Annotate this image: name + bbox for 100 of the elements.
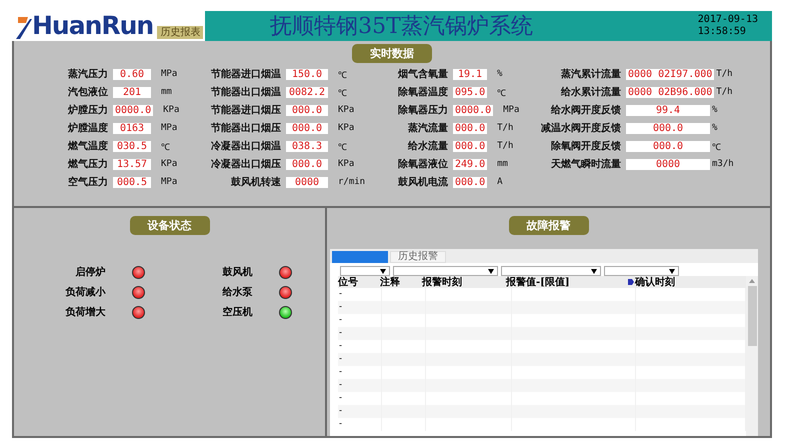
- unit-label: T/h: [716, 69, 734, 79]
- parameter-label: 汽包液位: [67, 85, 108, 99]
- parameter-label: 给水阀开度反馈: [550, 103, 621, 117]
- value-readout: 000.5: [113, 176, 151, 188]
- filter-dropdown[interactable]: [340, 266, 390, 276]
- value-readout: 0000: [286, 176, 328, 188]
- unit-label: KPa: [338, 123, 354, 133]
- date-text: 2017-09-13: [698, 14, 758, 26]
- column-header: 报警时刻: [422, 276, 463, 289]
- equipment-label: 给水泵: [221, 286, 252, 299]
- section-title: 设备状态: [130, 216, 210, 235]
- column-header: 位号: [338, 276, 359, 289]
- value-readout: 000.0: [453, 122, 488, 134]
- table-cell: -: [338, 379, 382, 392]
- value-readout: 150.0: [286, 68, 328, 80]
- value-readout: 095.0: [453, 86, 488, 98]
- unit-label: r/min: [338, 177, 366, 187]
- unit-label: mm: [497, 159, 508, 169]
- window-title: 抚顺特钢35T蒸汽锅炉系统: [269, 13, 534, 41]
- value-readout: 0000: [626, 158, 710, 170]
- tab[interactable]: 历史报警: [390, 251, 446, 263]
- parameter-label: 炉膛压力: [66, 103, 108, 117]
- section-title: 故障报警: [508, 216, 588, 235]
- parameter-label: 蒸汽流量: [407, 121, 448, 135]
- parameter-label: 烟气含氧量: [396, 68, 448, 81]
- scrollbar[interactable]: [746, 276, 758, 436]
- unit-label: %: [712, 105, 718, 115]
- value-readout: 201: [113, 86, 151, 98]
- parameter-label: 冷凝器出口烟温: [210, 140, 281, 153]
- caret-icon: [380, 268, 386, 274]
- unit-label: ℃: [338, 88, 347, 98]
- history-report-button[interactable]: 历史报表: [157, 26, 204, 39]
- value-readout: 99.4: [626, 104, 710, 116]
- value-readout: 000.0: [453, 176, 488, 188]
- unit-label: MPa: [161, 69, 178, 79]
- unit-label: ℃: [338, 70, 347, 80]
- unit-label: MPa: [161, 123, 178, 133]
- parameter-label: 鼓风机转速: [230, 176, 281, 189]
- table-cell: -: [338, 353, 382, 366]
- caret-icon: [591, 268, 597, 274]
- value-readout: 000.0: [286, 158, 328, 170]
- time-text: 13:58:59: [698, 26, 747, 38]
- value-readout: 0163: [113, 122, 151, 134]
- value-readout: 030.5: [113, 140, 151, 152]
- caret-icon: [669, 268, 675, 274]
- parameter-label: 炉膛温度: [66, 121, 108, 135]
- unit-label: A: [497, 177, 503, 187]
- equipment-label: 负荷增大: [64, 306, 106, 319]
- parameter-label: 燃气压力: [66, 158, 108, 171]
- unit-label: ℃: [712, 142, 722, 152]
- value-readout: 038.3: [286, 140, 328, 152]
- unit-label: %: [712, 123, 718, 133]
- unit-label: T/h: [716, 87, 734, 97]
- unit-label: MPa: [161, 177, 178, 187]
- value-readout: 000.0: [626, 140, 710, 152]
- parameter-label: 蒸汽累计流量: [560, 67, 621, 81]
- parameter-label: 节能器进口烟温: [210, 68, 281, 81]
- parameter-label: 除氧阀开度反馈: [550, 139, 621, 153]
- parameter-label: 鼓风机电流: [397, 175, 448, 189]
- unit-label: KPa: [163, 105, 180, 115]
- parameter-label: 除氧器压力: [397, 104, 448, 117]
- value-readout: 000.0: [286, 104, 328, 116]
- value-readout: 0.60: [113, 68, 151, 80]
- parameter-label: 节能器出口烟压: [210, 122, 281, 135]
- parameter-label: 除氧器温度: [397, 85, 448, 99]
- caret-icon: [488, 268, 494, 274]
- parameter-label: 天燃气瞬时流量: [550, 157, 621, 171]
- unit-label: T/h: [497, 123, 514, 133]
- column-header: 注释: [380, 275, 401, 289]
- parameter-label: 冷凝器出口烟压: [210, 158, 281, 171]
- table-cell: -: [338, 405, 382, 418]
- unit-label: ℃: [497, 88, 506, 98]
- parameter-label: 减温水阀开度反馈: [540, 121, 621, 135]
- scroll-up-icon[interactable]: [749, 279, 755, 283]
- value-readout: 0000 02B96.000: [626, 86, 714, 98]
- unit-label: %: [497, 69, 502, 79]
- unit-label: MPa: [503, 105, 520, 115]
- parameter-label: 节能器进口烟压: [210, 104, 281, 117]
- equipment-label: 鼓风机: [222, 266, 252, 279]
- scroll-thumb[interactable]: [748, 286, 756, 346]
- parameter-label: 给水流量: [406, 139, 448, 153]
- parameter-label: 蒸汽压力: [67, 68, 108, 81]
- table-cell: -: [338, 327, 382, 340]
- tag-icon: [628, 279, 634, 285]
- value-readout: 13.57: [113, 158, 151, 170]
- equipment-label: 空压机: [222, 306, 252, 319]
- unit-label: KPa: [338, 159, 354, 169]
- unit-label: mm: [161, 87, 172, 97]
- parameter-label: 除氧器液位: [397, 157, 448, 171]
- unit-label: ℃: [338, 142, 347, 152]
- parameter-label: 给水累计流量: [560, 85, 621, 99]
- table-cell: -: [338, 301, 382, 314]
- parameter-label: 节能器出口烟温: [210, 86, 281, 99]
- column-header: 报警值-[限值]: [506, 276, 571, 289]
- parameter-label: 燃气温度: [66, 139, 108, 153]
- value-readout: 0000.0: [113, 104, 154, 116]
- table-cell: -: [338, 418, 382, 431]
- equipment-label: 负荷减小: [64, 286, 106, 299]
- value-readout: 249.0: [453, 158, 488, 170]
- unit-label: KPa: [338, 105, 354, 115]
